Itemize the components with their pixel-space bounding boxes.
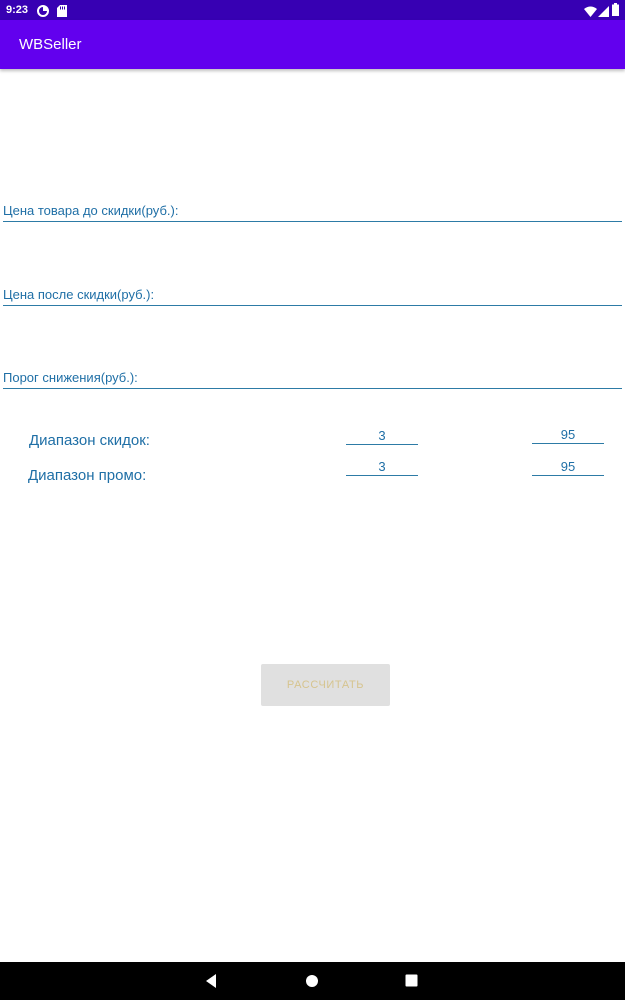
promo-max-input[interactable] bbox=[532, 457, 604, 476]
app-title: WBSeller bbox=[19, 36, 82, 53]
price-after-label: Цена после скидки(руб.): bbox=[3, 287, 155, 302]
battery-icon bbox=[612, 3, 619, 21]
promo-range-label: Диапазон промо: bbox=[28, 467, 147, 484]
price-before-field[interactable]: Цена товара до скидки(руб.): bbox=[3, 201, 622, 222]
home-icon[interactable] bbox=[305, 972, 323, 990]
threshold-field[interactable]: Порог снижения(руб.): bbox=[3, 368, 622, 389]
app-bar: WBSeller bbox=[0, 20, 625, 69]
recents-icon[interactable] bbox=[405, 972, 423, 990]
status-time: 9:23 bbox=[6, 4, 29, 16]
nav-bar bbox=[0, 962, 625, 1000]
price-before-label: Цена товара до скидки(руб.): bbox=[3, 203, 179, 218]
back-icon[interactable] bbox=[204, 972, 222, 990]
status-bar: 9:23 bbox=[0, 0, 625, 20]
threshold-label: Порог снижения(руб.): bbox=[3, 370, 138, 385]
promo-min-input[interactable] bbox=[346, 457, 418, 476]
discount-min-input[interactable] bbox=[346, 426, 418, 445]
discount-range-label: Диапазон скидок: bbox=[29, 432, 150, 449]
price-after-field[interactable]: Цена после скидки(руб.): bbox=[3, 285, 622, 306]
calculate-button[interactable]: РАССЧИТАТЬ bbox=[261, 664, 390, 706]
discount-max-input[interactable] bbox=[532, 425, 604, 444]
